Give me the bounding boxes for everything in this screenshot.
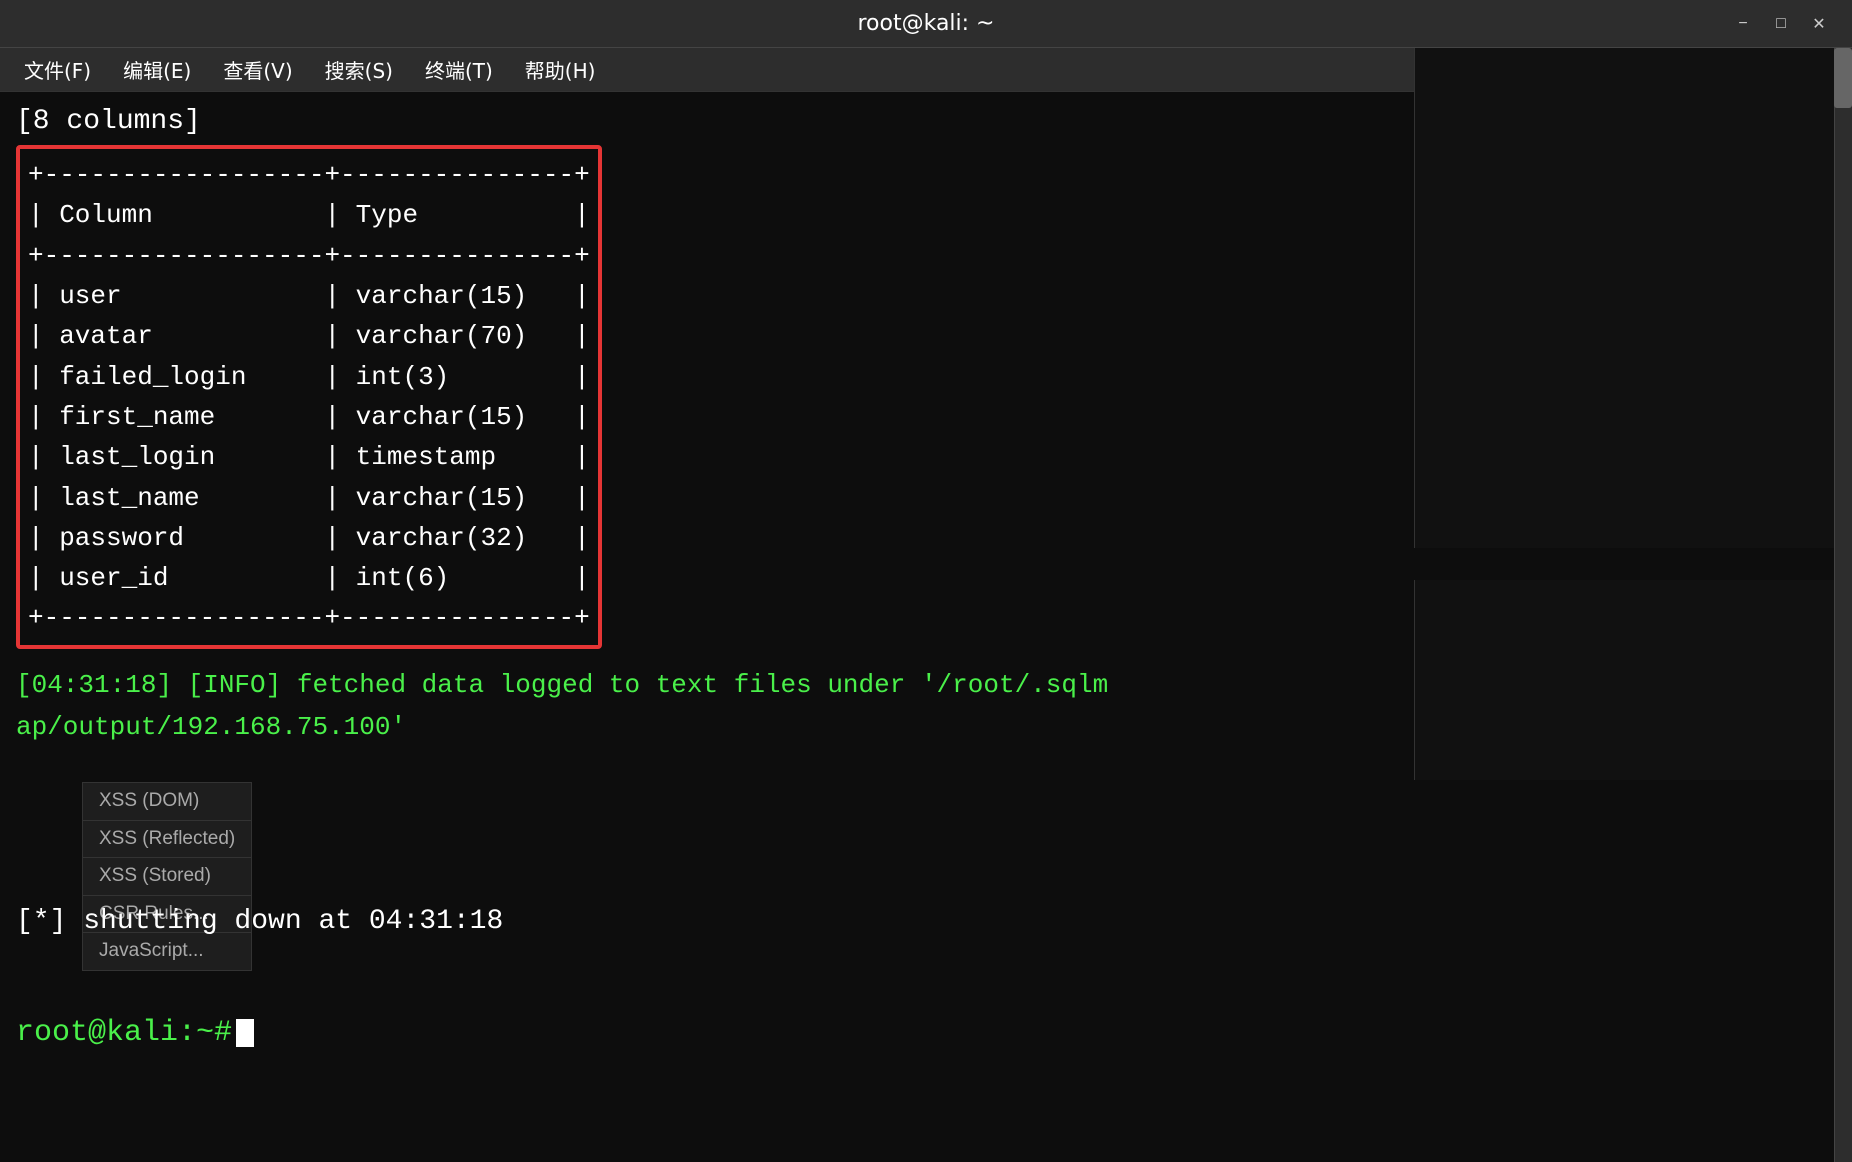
minimize-button[interactable]: − <box>1730 11 1756 37</box>
table-row-user: | user | varchar(15) | <box>28 281 590 311</box>
table-border-top: +------------------+---------------+ <box>28 160 590 190</box>
close-button[interactable]: ✕ <box>1806 11 1832 37</box>
window-controls: − □ ✕ <box>1730 11 1832 37</box>
terminal-prompt: root@kali:~# <box>16 1012 254 1054</box>
table-border-mid: +------------------+---------------+ <box>28 241 590 271</box>
table-row-user-id: | user_id | int(6) | <box>28 563 590 593</box>
scrollbar-track[interactable] <box>1834 48 1852 1162</box>
prompt-text: root@kali:~# <box>16 1012 232 1054</box>
side-menu-xss-reflected[interactable]: XSS (Reflected) <box>82 821 252 859</box>
table-row-password: | password | varchar(32) | <box>28 523 590 553</box>
prompt-container: root@kali:~# <box>0 1012 254 1054</box>
side-menu-xss-stored[interactable]: XSS (Stored) <box>82 858 252 896</box>
menu-terminal[interactable]: 终端(T) <box>411 49 507 90</box>
shutdown-line-container: [*] shutting down at 04:31:18 <box>0 902 503 951</box>
terminal-cursor <box>236 1019 254 1047</box>
menu-file[interactable]: 文件(F) <box>10 49 105 90</box>
table-row-last-name: | last_name | varchar(15) | <box>28 483 590 513</box>
menu-edit[interactable]: 编辑(E) <box>109 49 205 90</box>
right-panel-lower <box>1414 580 1834 780</box>
table-row-avatar: | avatar | varchar(70) | <box>28 321 590 351</box>
table-row-last-login: | last_login | timestamp | <box>28 442 590 472</box>
table-row-first-name: | first_name | varchar(15) | <box>28 402 590 432</box>
right-panel-top <box>1414 48 1834 548</box>
window-title: root@kali: ~ <box>857 11 994 36</box>
schema-table: +------------------+---------------+ | C… <box>20 149 598 645</box>
shutdown-line: [*] shutting down at 04:31:18 <box>16 902 503 941</box>
scrollbar-thumb[interactable] <box>1834 48 1852 108</box>
menu-search[interactable]: 搜索(S) <box>311 49 407 90</box>
table-border-bot: +------------------+---------------+ <box>28 603 590 633</box>
menu-help[interactable]: 帮助(H) <box>511 49 610 90</box>
maximize-button[interactable]: □ <box>1768 11 1794 37</box>
table-row-failed-login: | failed_login | int(3) | <box>28 362 590 392</box>
table-header-row: | Column | Type | <box>28 200 590 230</box>
titlebar: root@kali: ~ − □ ✕ <box>0 0 1852 48</box>
side-menu-xss-dom[interactable]: XSS (DOM) <box>82 782 252 821</box>
schema-table-box: +------------------+---------------+ | C… <box>16 145 602 649</box>
menu-view[interactable]: 查看(V) <box>209 49 306 90</box>
